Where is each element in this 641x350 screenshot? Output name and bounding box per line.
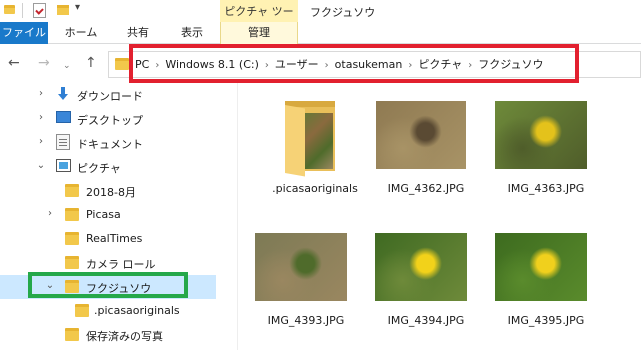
- photo-thumbnail: [376, 101, 466, 169]
- chevron-right-icon[interactable]: ›: [36, 88, 46, 99]
- tab-share[interactable]: 共有: [116, 22, 160, 44]
- recent-locations-icon[interactable]: ⌄: [63, 58, 71, 74]
- file-name: IMG_4394.JPG: [387, 314, 465, 327]
- tree-item-downloads[interactable]: › ダウンロード: [0, 83, 216, 107]
- tree-item-realtimes[interactable]: RealTimes: [0, 227, 216, 251]
- desktop-icon: [56, 111, 71, 123]
- download-icon: [56, 87, 70, 101]
- file-name: IMG_4395.JPG: [507, 314, 585, 327]
- tree-item-label: ピクチャ: [77, 162, 121, 175]
- folder-icon: [4, 5, 15, 14]
- tree-item-label: デスクトップ: [77, 114, 143, 127]
- tree-item-label: RealTimes: [86, 232, 143, 245]
- photo-thumbnail: [495, 101, 587, 169]
- tree-item-picasa[interactable]: › Picasa: [0, 203, 216, 227]
- photo-thumbnail: [375, 233, 467, 301]
- pane-divider[interactable]: [216, 83, 238, 350]
- tree-item-2018-8[interactable]: 2018-8月: [0, 179, 216, 203]
- chevron-right-icon[interactable]: ›: [45, 208, 55, 219]
- title-bar: ▾ ピクチャ ツール フクジュソウ: [0, 0, 641, 34]
- tree-item-label: .picasaoriginals: [94, 304, 180, 317]
- photo-thumbnail: [255, 233, 347, 301]
- folder-icon: [65, 328, 79, 341]
- toolbar-divider: [22, 3, 23, 18]
- folder-icon: [65, 208, 79, 221]
- address-highlight-box: [129, 44, 579, 83]
- customize-quick-access-icon[interactable]: ▾: [75, 2, 80, 13]
- navigation-pane: › ダウンロード › デスクトップ › ドキュメント ⌄ ピクチャ 2018-8…: [0, 83, 216, 350]
- file-item-img-4394[interactable]: IMG_4394.JPG: [366, 233, 486, 348]
- file-item-img-4363[interactable]: IMG_4363.JPG: [486, 101, 606, 216]
- tree-item-label: カメラ ロール: [86, 258, 156, 271]
- file-item-img-4395[interactable]: IMG_4395.JPG: [486, 233, 606, 348]
- file-list: .picasaoriginals IMG_4362.JPG IMG_4363.J…: [238, 83, 641, 350]
- tree-item-label: ダウンロード: [77, 90, 143, 103]
- file-item-picasaoriginals[interactable]: .picasaoriginals: [255, 101, 375, 216]
- window-title: フクジュソウ: [310, 6, 376, 19]
- tab-view[interactable]: 表示: [170, 22, 214, 44]
- documents-icon: [56, 134, 70, 150]
- tree-item-label: Picasa: [86, 208, 121, 221]
- chevron-down-icon[interactable]: ⌄: [36, 160, 46, 171]
- folder-icon: [65, 256, 79, 269]
- up-icon[interactable]: ↑: [85, 55, 97, 71]
- properties-icon[interactable]: [33, 3, 46, 18]
- folder-front-panel: [285, 105, 305, 177]
- tree-item-saved-pictures[interactable]: 保存済みの写真: [0, 323, 216, 347]
- tab-home[interactable]: ホーム: [58, 22, 104, 44]
- back-icon[interactable]: ←: [8, 55, 20, 71]
- folder-icon: [65, 184, 79, 197]
- chevron-right-icon[interactable]: ›: [36, 136, 46, 147]
- tree-item-label: 保存済みの写真: [86, 330, 163, 343]
- pictures-icon: [56, 159, 71, 172]
- photo-thumbnail: [495, 233, 587, 301]
- tab-file[interactable]: ファイル: [0, 22, 48, 44]
- tree-item-documents[interactable]: › ドキュメント: [0, 131, 216, 155]
- file-name: IMG_4363.JPG: [507, 182, 585, 195]
- tree-item-picasaoriginals[interactable]: .picasaoriginals: [0, 299, 216, 323]
- file-name: IMG_4393.JPG: [267, 314, 345, 327]
- file-item-img-4362[interactable]: IMG_4362.JPG: [366, 101, 486, 216]
- tree-item-label: 2018-8月: [86, 186, 136, 199]
- tab-manage[interactable]: 管理: [220, 22, 298, 44]
- folder-icon: [65, 232, 79, 245]
- new-folder-icon[interactable]: [57, 5, 69, 15]
- file-item-img-4393[interactable]: IMG_4393.JPG: [246, 233, 366, 348]
- ribbon-tab-bar: ファイル ホーム 共有 表示 管理: [0, 22, 641, 44]
- tree-item-pictures[interactable]: ⌄ ピクチャ: [0, 155, 216, 179]
- tree-item-desktop[interactable]: › デスクトップ: [0, 107, 216, 131]
- file-name: IMG_4362.JPG: [387, 182, 465, 195]
- folder-icon: [115, 58, 129, 70]
- tree-item-label: ドキュメント: [77, 138, 143, 151]
- chevron-right-icon[interactable]: ›: [36, 112, 46, 123]
- file-name: .picasaoriginals: [272, 182, 358, 195]
- forward-icon[interactable]: →: [38, 55, 50, 71]
- folder-icon: [75, 304, 89, 317]
- selected-folder-highlight-box: [28, 272, 188, 298]
